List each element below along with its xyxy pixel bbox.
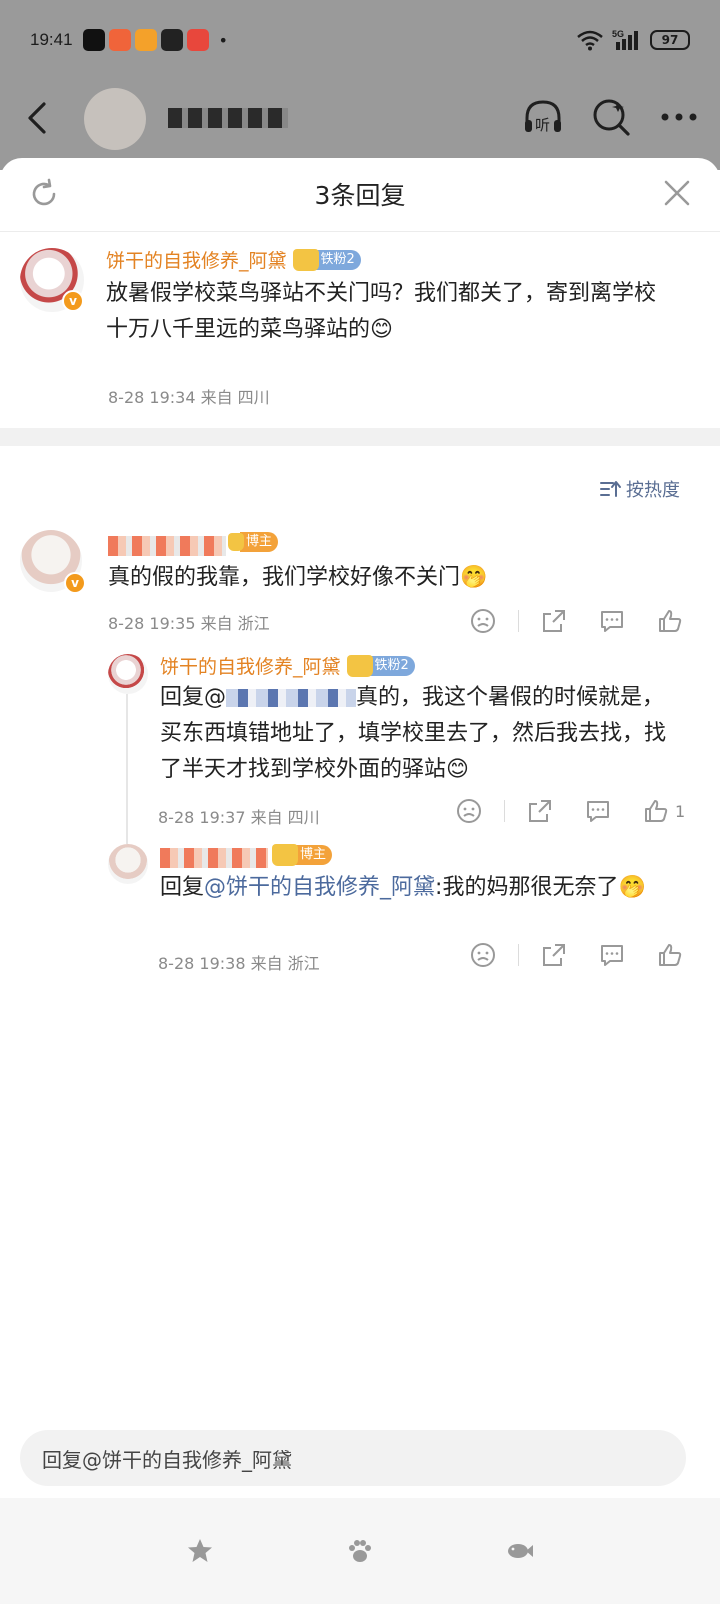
sort-row: 按热度	[0, 446, 720, 530]
dislike-icon[interactable]	[456, 798, 482, 824]
username-text: 饼干的自我修养_阿黛	[160, 656, 341, 678]
reply-prefix: 回复@	[160, 685, 227, 710]
back-arrow-icon[interactable]	[20, 98, 60, 138]
section-divider	[0, 428, 720, 446]
reply-input[interactable]: 回复@饼干的自我修养_阿黛	[20, 1430, 686, 1486]
like-count: 1	[675, 801, 686, 821]
commenter-name-blurred[interactable]	[108, 536, 226, 556]
fish-icon[interactable]	[505, 1536, 535, 1566]
avatar[interactable]	[108, 654, 148, 694]
blogger-badge: 博主	[272, 844, 333, 866]
reply-text: 回复@ 真的，我这个暑假的时候就是，买东西填错地址了，填学校里去了，然后我去找，找…	[160, 680, 680, 788]
dislike-icon[interactable]	[470, 942, 496, 968]
reply-actions	[470, 608, 683, 634]
mention-blurred[interactable]	[226, 689, 357, 707]
reply-username[interactable]: 饼干的自我修养_阿黛 铁粉2	[160, 652, 415, 679]
fan-badge-label: 铁粉2	[314, 249, 361, 270]
sheet-title: 3条回复	[314, 181, 406, 210]
reply-input-placeholder: 回复@饼干的自我修养_阿黛	[42, 1447, 292, 1472]
bottom-toolbar	[0, 1498, 720, 1604]
fan-badge: 铁粉2	[292, 248, 361, 271]
root-comment-meta: 8-28 19:34 来自 四川	[108, 388, 270, 407]
username-text: 饼干的自我修养_阿黛	[106, 250, 287, 272]
reply-actions: 1	[456, 798, 685, 824]
verified-badge-icon: v	[62, 290, 84, 312]
like-icon[interactable]	[643, 798, 669, 824]
status-app-icons: •	[82, 29, 228, 51]
replies-sheet: 3条回复 v 饼干的自我修养_阿黛 铁粉2 放暑假学校菜鸟驿站不关门吗？我们都关…	[0, 158, 720, 1604]
reply-prefix: 回复	[160, 875, 205, 900]
sort-label: 按热度	[626, 480, 680, 501]
background-page: 19:41 • 5G 97 听	[0, 0, 720, 170]
author-avatar[interactable]	[84, 88, 146, 150]
crown-icon	[292, 248, 319, 271]
separator	[518, 944, 519, 966]
root-comment-text: 放暑假学校菜鸟驿站不关门吗？我们都关了，寄到离学校十万八千里远的菜鸟驿站的😊	[106, 281, 657, 342]
blogger-badge: 博主	[228, 532, 279, 552]
reply-actions	[470, 942, 683, 968]
svg-text:听: 听	[535, 116, 550, 134]
paw-icon[interactable]	[345, 1536, 375, 1566]
video-app-icon	[134, 29, 157, 51]
thread-line	[126, 694, 128, 844]
like-icon[interactable]	[657, 608, 683, 634]
blogger-badge-label: 博主	[240, 532, 279, 552]
comment-icon[interactable]	[599, 942, 625, 968]
like-icon[interactable]	[657, 942, 683, 968]
sort-button[interactable]: 按热度	[600, 476, 680, 502]
more-notifications-dot: •	[218, 30, 228, 50]
search-icon[interactable]	[588, 94, 634, 140]
star-icon[interactable]	[185, 1536, 215, 1566]
root-comment: v 饼干的自我修养_阿黛 铁粉2 放暑假学校菜鸟驿站不关门吗？我们都关了，寄到离…	[0, 232, 720, 428]
comment-icon[interactable]	[585, 798, 611, 824]
crown-icon	[228, 533, 244, 551]
game-app-icon	[186, 29, 209, 51]
sort-icon	[600, 481, 621, 497]
fan-badge: 铁粉2	[346, 654, 415, 677]
crown-icon	[346, 654, 373, 677]
shopping-app-icon	[108, 29, 131, 51]
tiktok-app-icon	[82, 29, 105, 51]
status-right: 5G 97	[576, 28, 690, 52]
blogger-badge-label: 博主	[294, 845, 333, 865]
battery-icon: 97	[650, 30, 690, 50]
separator	[518, 610, 519, 632]
crown-icon	[272, 844, 298, 866]
reply-meta: 8-28 19:35 来自 浙江	[108, 614, 270, 633]
separator	[504, 800, 505, 822]
more-options-icon[interactable]	[656, 94, 702, 140]
reply-meta: 8-28 19:37 来自 四川	[158, 808, 320, 827]
commenter-name-blurred[interactable]	[160, 848, 268, 868]
header-actions: 听	[520, 94, 702, 140]
close-icon[interactable]	[662, 178, 692, 208]
mention-link[interactable]: @饼干的自我修养_阿黛	[204, 875, 435, 900]
reply-meta: 8-28 19:38 来自 浙江	[158, 954, 320, 973]
listen-icon[interactable]: 听	[520, 94, 566, 140]
wifi-icon	[577, 30, 603, 51]
comment-icon[interactable]	[599, 608, 625, 634]
signal-5g-icon: 5G	[612, 29, 638, 50]
verified-badge-icon: v	[64, 572, 86, 594]
reply-body: :我的妈那很无奈了🤭	[435, 875, 646, 900]
status-time: 19:41	[30, 30, 73, 49]
avatar[interactable]	[108, 844, 148, 884]
fan-badge-label: 铁粉2	[368, 655, 415, 676]
share-icon[interactable]	[527, 798, 553, 824]
status-bar: 19:41 • 5G 97	[0, 0, 720, 80]
reply-text: 回复@饼干的自我修养_阿黛:我的妈那很无奈了🤭	[160, 870, 690, 906]
dislike-icon[interactable]	[470, 608, 496, 634]
sheet-header: 3条回复	[0, 158, 720, 232]
share-icon[interactable]	[541, 608, 567, 634]
reply-text: 真的假的我靠，我们学校好像不关门🤭	[108, 565, 488, 590]
music-app-icon	[160, 29, 183, 51]
share-icon[interactable]	[541, 942, 567, 968]
background-header: 听	[0, 80, 720, 160]
svg-text:5G: 5G	[612, 29, 624, 39]
author-name-blurred	[168, 108, 288, 128]
root-username[interactable]: 饼干的自我修养_阿黛 铁粉2	[106, 246, 361, 273]
